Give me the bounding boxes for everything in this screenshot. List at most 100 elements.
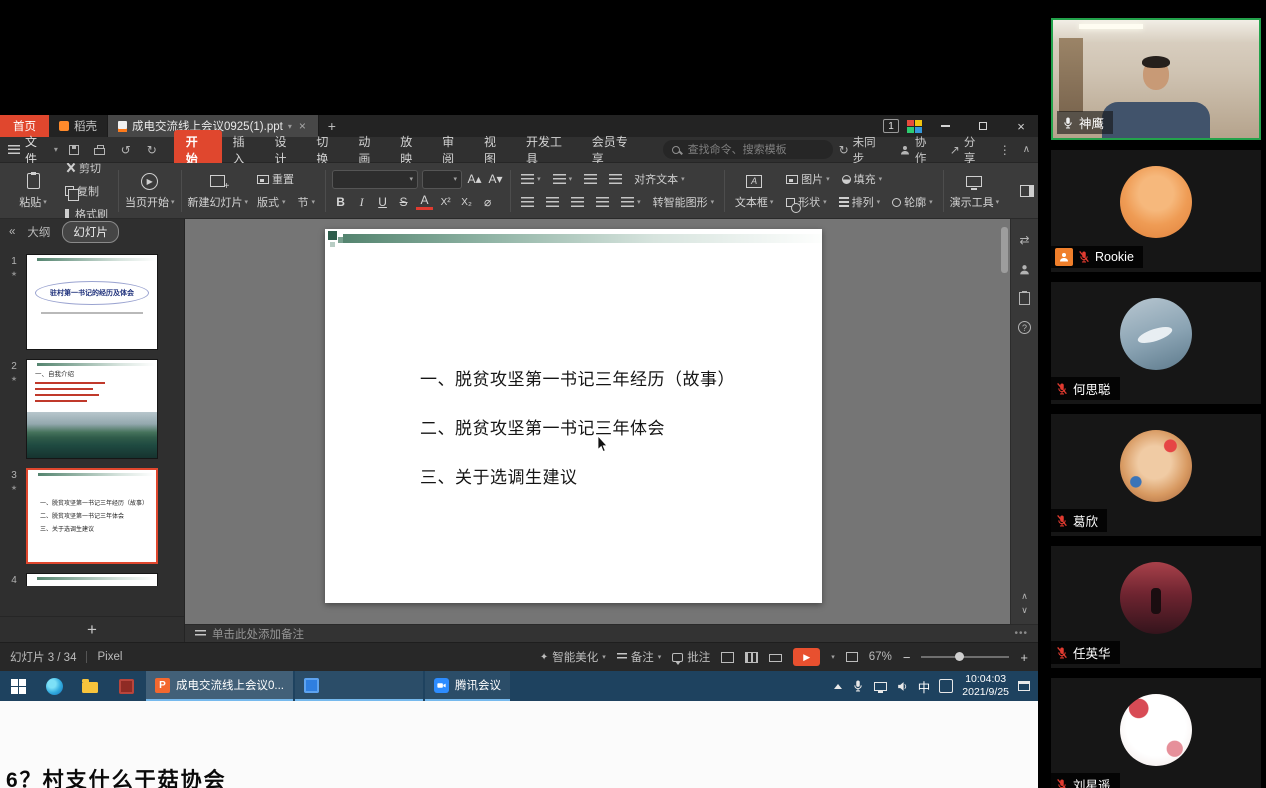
vertical-scrollbar[interactable] [1001, 227, 1008, 619]
participant-tile-gexin[interactable]: 葛欣 [1051, 414, 1261, 536]
outline-tab[interactable]: 大纲 [27, 224, 50, 240]
fill-button[interactable]: 填充▾ [838, 170, 887, 189]
decrease-font-button[interactable]: A▾ [487, 170, 504, 189]
undo-button[interactable]: ↺ [116, 141, 136, 159]
command-search[interactable] [663, 140, 833, 159]
play-from-current-button[interactable]: ▶ 当页开始▾ [125, 167, 175, 215]
collapse-ribbon-icon[interactable]: ∧ [1023, 144, 1030, 155]
increase-indent-button[interactable] [605, 170, 626, 189]
redo-button[interactable]: ↻ [142, 141, 162, 159]
current-slide-canvas[interactable]: 一、脱贫攻坚第一书记三年经历（故事） 二、脱贫攻坚第一书记三年体会 三、关于选调… [325, 229, 822, 603]
notification-center-icon[interactable] [1018, 681, 1030, 691]
pinned-app-button[interactable] [108, 671, 144, 701]
participant-tile-shenying[interactable]: 神鹰 [1051, 18, 1261, 140]
align-center-button[interactable] [542, 193, 563, 212]
participant-tile-hesicong[interactable]: 何思聪 [1051, 282, 1261, 404]
theme-name[interactable]: Pixel [97, 651, 122, 663]
fit-window-icon[interactable] [846, 652, 858, 662]
italic-button[interactable]: I [353, 193, 370, 212]
align-right-button[interactable] [567, 193, 588, 212]
hidden-icons-chevron-icon[interactable] [834, 684, 842, 689]
picture-button[interactable]: 图片▾ [782, 170, 834, 189]
bullet-list-button[interactable]: ▾ [517, 170, 545, 189]
underline-button[interactable]: U [374, 193, 391, 212]
share-button[interactable]: ↗ 分享 [950, 134, 987, 166]
tray-volume-icon[interactable] [896, 680, 909, 693]
sync-status-button[interactable]: ↻ 未同步 [839, 134, 887, 166]
slide-sorter-view-button[interactable] [745, 652, 758, 663]
arrange-button[interactable]: 排列▾ [835, 193, 885, 212]
collapse-panel-icon[interactable]: « [9, 226, 15, 238]
ime-language-indicator[interactable]: 中 [918, 677, 931, 696]
reading-view-button[interactable] [769, 654, 782, 662]
align-text-button[interactable]: 对齐文本▾ [630, 170, 689, 189]
zoom-percent[interactable]: 67% [869, 651, 892, 663]
start-button[interactable] [0, 671, 36, 701]
numbered-list-button[interactable]: ▾ [549, 170, 577, 189]
text-box-button[interactable]: A 文本框▾ [731, 167, 777, 215]
clipboard-pane-icon[interactable] [1019, 292, 1030, 305]
window-count-badge[interactable]: 1 [883, 119, 899, 133]
demo-tools-button[interactable]: 演示工具▾ [950, 167, 1000, 215]
clear-format-button[interactable]: ⌀ [479, 193, 496, 212]
ime-mode-icon[interactable] [939, 679, 953, 693]
line-spacing-button[interactable]: ▾ [617, 193, 645, 212]
scrollbar-thumb[interactable] [1001, 227, 1008, 273]
tray-mic-icon[interactable] [851, 679, 865, 693]
command-search-input[interactable] [686, 143, 824, 157]
layout-button[interactable]: 版式▾ [253, 193, 290, 212]
slide-body-text[interactable]: 一、脱贫攻坚第一书记三年经历（故事） 二、脱贫攻坚第一书记三年体会 三、关于选调… [420, 365, 735, 512]
file-explorer-button[interactable] [72, 671, 108, 701]
zoom-out-button[interactable]: − [903, 650, 911, 665]
slide-editing-area[interactable]: 一、脱贫攻坚第一书记三年经历（故事） 二、脱贫攻坚第一书记三年体会 三、关于选调… [185, 219, 1010, 624]
participant-tile-renyinghua[interactable]: 任英华 [1051, 546, 1261, 668]
strikethrough-button[interactable]: S [395, 193, 412, 212]
copy-button[interactable]: 复制 [61, 181, 103, 200]
edge-browser-button[interactable] [36, 671, 72, 701]
play-options-chevron-icon[interactable]: ▾ [831, 653, 835, 661]
paste-button[interactable]: 粘贴▾ [10, 167, 56, 215]
slideshow-play-button[interactable]: ▶ [793, 648, 820, 666]
contacts-icon[interactable] [1018, 263, 1031, 276]
justify-button[interactable] [592, 193, 613, 212]
comments-button[interactable]: 批注 [672, 649, 710, 665]
cut-button[interactable]: 剪切 [61, 163, 105, 177]
shapes-button[interactable]: 形状▾ [782, 193, 831, 212]
add-slide-button[interactable]: + [0, 616, 184, 642]
more-menu-icon[interactable]: ⋮ [999, 143, 1011, 157]
normal-view-button[interactable] [721, 652, 734, 663]
format-painter-button[interactable]: 格式刷 [61, 204, 112, 219]
notes-toggle-button[interactable]: 备注▾ [617, 649, 662, 665]
reset-slide-button[interactable]: 重置 [253, 170, 298, 189]
print-button[interactable] [90, 141, 110, 159]
slide-thumbnail-4[interactable] [26, 573, 158, 586]
font-family-combo[interactable]: ▾ [332, 170, 418, 189]
increase-font-button[interactable]: A▴ [466, 170, 483, 189]
fit-page-icon[interactable]: ⇄ [1019, 233, 1029, 247]
slide-thumbnail-1[interactable]: 驻村第一书记的经历及体会 [26, 254, 158, 350]
taskbar-task-wps[interactable]: P 成电交流线上会议0... [146, 671, 293, 701]
participant-tile-rookie[interactable]: Rookie [1051, 150, 1261, 272]
task-pane-button[interactable] [1004, 167, 1038, 215]
beautify-button[interactable]: ✦ 智能美化▾ [540, 649, 606, 665]
taskbar-task-2[interactable] [295, 671, 423, 701]
bold-button[interactable]: B [332, 193, 349, 212]
taskbar-task-meeting[interactable]: 腾讯会议 [425, 671, 510, 701]
font-color-button[interactable]: A [416, 194, 433, 210]
zoom-slider-thumb[interactable] [955, 652, 964, 661]
new-slide-button[interactable]: 新建幻灯片▾ [188, 167, 249, 215]
zoom-slider[interactable] [921, 656, 1009, 658]
decrease-indent-button[interactable] [580, 170, 601, 189]
wps-skin-icon[interactable] [907, 120, 922, 133]
tray-display-icon[interactable] [874, 682, 887, 691]
tray-clock[interactable]: 10:04:03 2021/9/25 [962, 673, 1009, 699]
shape-outline-button[interactable]: 轮廓▾ [888, 193, 937, 212]
align-left-button[interactable] [517, 193, 538, 212]
file-menu[interactable]: 文件 ▾ [8, 133, 58, 167]
font-size-combo[interactable]: ▾ [422, 170, 462, 189]
help-icon[interactable]: ? [1018, 321, 1031, 334]
slides-tab[interactable]: 幻灯片 [62, 221, 119, 243]
subscript-button[interactable]: X₂ [458, 193, 475, 212]
notes-more-icon[interactable]: ••• [1014, 628, 1028, 639]
next-slide-icon[interactable]: ∨ [1021, 605, 1028, 616]
